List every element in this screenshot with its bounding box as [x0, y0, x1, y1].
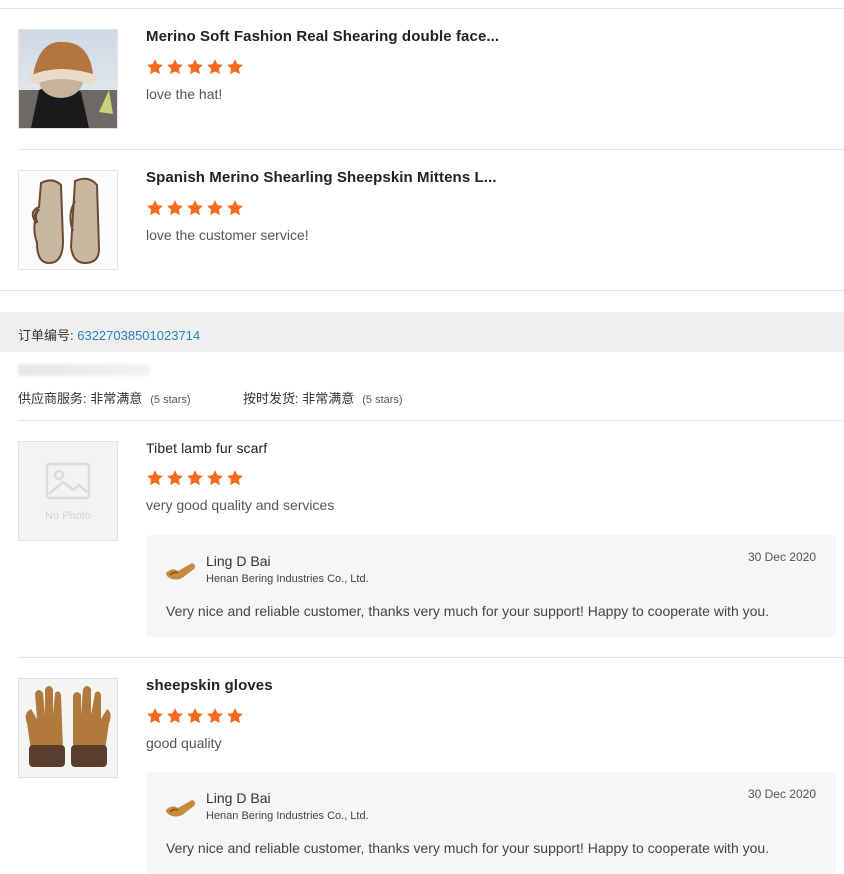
- product-title[interactable]: Tibet lamb fur scarf: [146, 440, 267, 456]
- reply-date: 30 Dec 2020: [747, 787, 816, 801]
- star-icon: [187, 200, 203, 216]
- star-rating: [146, 199, 244, 217]
- on-time-value: 非常满意: [302, 391, 355, 406]
- star-icon: [167, 200, 183, 216]
- divider: [18, 149, 844, 150]
- star-icon: [187, 708, 203, 724]
- on-time-shipping-rating: 按时发货: 非常满意 (5 stars): [243, 388, 403, 407]
- supplier-service-stars: (5 stars): [150, 394, 191, 406]
- redacted-buyer-name: [18, 364, 150, 376]
- star-icon: [227, 470, 243, 486]
- star-icon: [207, 59, 223, 75]
- star-icon: [147, 200, 163, 216]
- divider: [18, 420, 844, 421]
- hat-product-image[interactable]: [18, 29, 118, 129]
- review-comment: very good quality and services: [146, 497, 335, 513]
- review-comment: good quality: [146, 735, 222, 751]
- product-title[interactable]: Spanish Merino Shearling Sheepskin Mitte…: [146, 169, 497, 186]
- order-header: 订单编号: 63227038501023714: [0, 312, 844, 352]
- no-photo-text: No Photo: [45, 510, 91, 522]
- star-icon: [227, 200, 243, 216]
- divider: [0, 290, 844, 291]
- supplier-avatar-icon: [166, 563, 196, 580]
- star-icon: [167, 59, 183, 75]
- top-divider: [0, 8, 844, 9]
- star-icon: [147, 708, 163, 724]
- divider: [18, 657, 844, 658]
- star-icon: [187, 470, 203, 486]
- supplier-service-value: 非常满意: [90, 391, 143, 406]
- no-photo-image: No Photo: [18, 441, 118, 541]
- star-icon: [227, 59, 243, 75]
- mittens-product-image[interactable]: [18, 170, 118, 270]
- reply-company: Henan Bering Industries Co., Ltd.: [206, 573, 369, 585]
- order-number-row: 订单编号: 63227038501023714: [18, 325, 200, 344]
- supplier-avatar-icon: [166, 800, 196, 817]
- star-rating: [146, 707, 244, 725]
- supplier-service-rating: 供应商服务: 非常满意 (5 stars): [18, 388, 191, 407]
- reply-company: Henan Bering Industries Co., Ltd.: [206, 810, 369, 822]
- star-icon: [147, 59, 163, 75]
- supplier-reply: Ling D Bai Henan Bering Industries Co., …: [146, 535, 836, 637]
- star-icon: [187, 59, 203, 75]
- on-time-stars: (5 stars): [362, 394, 403, 406]
- star-icon: [207, 200, 223, 216]
- star-rating: [146, 469, 244, 487]
- gloves-product-image[interactable]: [18, 678, 118, 778]
- star-icon: [227, 708, 243, 724]
- reply-date: 30 Dec 2020: [747, 550, 816, 564]
- reply-author-name: Ling D Bai: [206, 790, 271, 806]
- star-icon: [207, 708, 223, 724]
- star-icon: [167, 708, 183, 724]
- image-placeholder-icon: No Photo: [45, 462, 91, 522]
- product-title[interactable]: Merino Soft Fashion Real Shearing double…: [146, 28, 499, 45]
- order-number-label: 订单编号:: [18, 328, 78, 343]
- review-comment: love the customer service!: [146, 227, 309, 243]
- supplier-service-label: 供应商服务:: [18, 391, 91, 406]
- reply-text: Very nice and reliable customer, thanks …: [166, 840, 770, 856]
- reply-author-name: Ling D Bai: [206, 553, 271, 569]
- review-comment: love the hat!: [146, 86, 223, 102]
- star-rating: [146, 58, 244, 76]
- reply-text: Very nice and reliable customer, thanks …: [166, 603, 770, 619]
- star-icon: [207, 470, 223, 486]
- product-title[interactable]: sheepskin gloves: [146, 677, 273, 694]
- on-time-label: 按时发货:: [243, 391, 303, 406]
- order-number-link[interactable]: 63227038501023714: [77, 328, 200, 343]
- star-icon: [147, 470, 163, 486]
- star-icon: [167, 470, 183, 486]
